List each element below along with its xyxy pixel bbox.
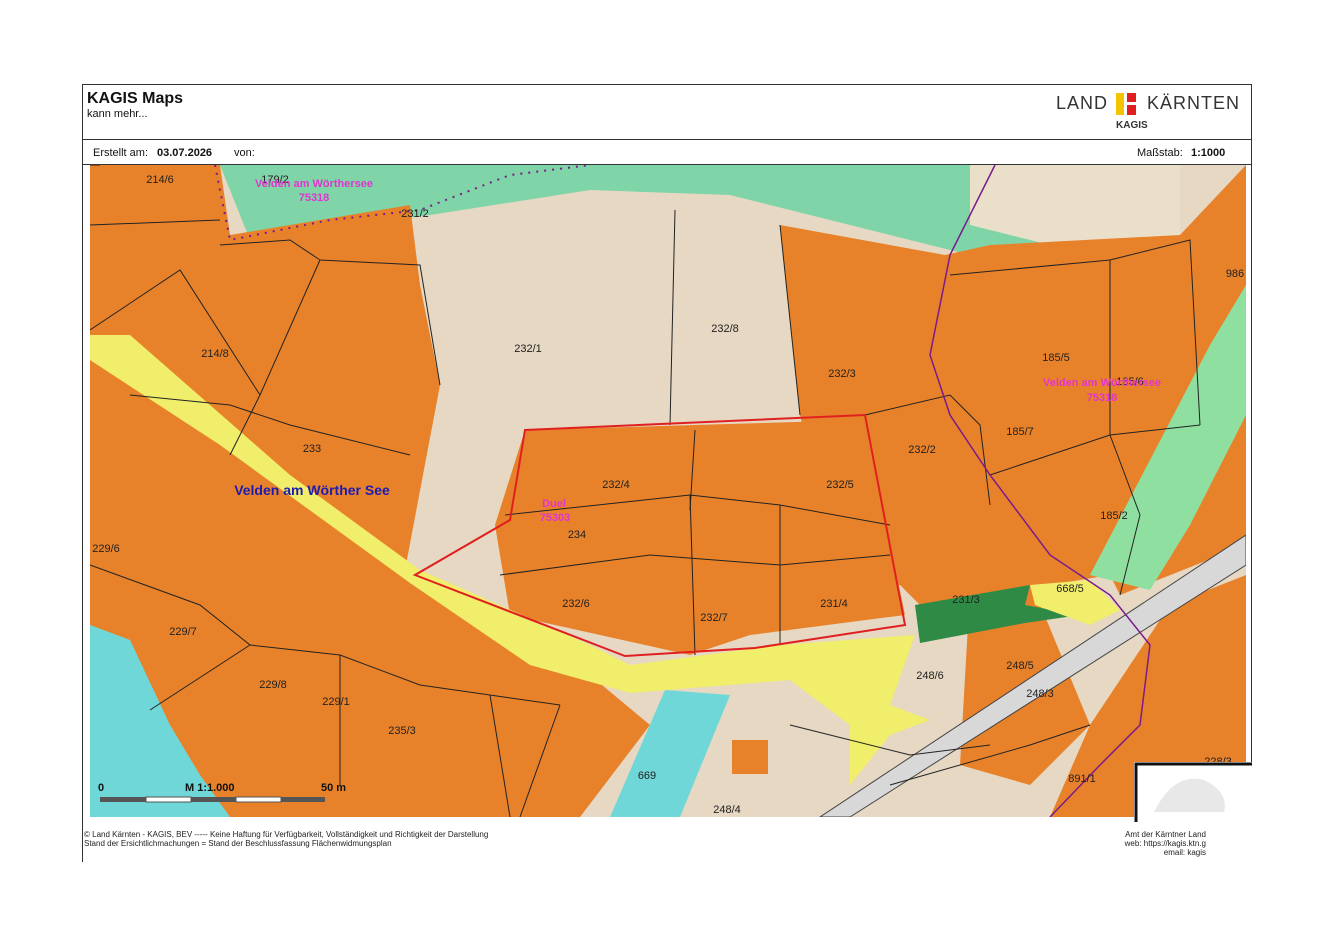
parcel-label: 235/3 <box>388 725 416 737</box>
created-label: Erstellt am: <box>93 147 149 159</box>
footer-right-1: Amt der Kärntner Land <box>1125 830 1206 839</box>
parcel-label: 229/6 <box>92 543 120 555</box>
parcel-label: 229/1 <box>322 696 350 708</box>
parcel-label: 232/6 <box>562 598 590 610</box>
parcel-label: 232/8 <box>711 323 739 335</box>
place-label-velden-a: Velden am Wörthersee <box>255 178 373 190</box>
info-bar: Erstellt am: 03.07.2026 von: Maßstab: 1:… <box>83 140 1251 165</box>
parcel-label: 232/3 <box>828 368 856 380</box>
place-code-duel: 75303 <box>540 512 571 524</box>
scalebar-left: 0 <box>98 782 104 794</box>
parcel-label: 229/8 <box>259 679 287 691</box>
footer-line-2: Stand der Ersichtlichmachungen = Stand d… <box>84 839 392 848</box>
small-building <box>732 740 768 774</box>
parcel-label: 229/7 <box>169 626 197 638</box>
app-title: KAGIS Maps <box>87 90 184 107</box>
parcel-label: 231/3 <box>952 594 980 606</box>
place-code-velden-b: 75318 <box>1087 392 1118 404</box>
parcel-label: 248/6 <box>916 670 944 682</box>
footer-contact: Amt der Kärntner Land web: https://kagis… <box>1110 830 1206 857</box>
parcel-label: 185/7 <box>1006 426 1034 438</box>
scalebar-middle: M 1:1.000 <box>185 782 235 794</box>
parcel-label: 214/6 <box>146 174 174 186</box>
parcel-label: 668/5 <box>1056 583 1084 595</box>
parcel-label: 233 <box>303 443 321 455</box>
parcel-label: 214/8 <box>201 348 229 360</box>
parcel-label: 234 <box>568 529 586 541</box>
scale-value: 1:1000 <box>1191 147 1226 159</box>
place-label-duel: Duel <box>542 498 566 510</box>
parcel-label: 248/3 <box>1026 688 1054 700</box>
parcel-label: 232/4 <box>602 479 630 491</box>
footer-line-1: © Land Kärnten - KAGIS, BEV ----- Keine … <box>84 830 489 839</box>
parcel-label: 231/2 <box>401 208 429 220</box>
parcel-label: 232/5 <box>826 479 854 491</box>
parcel-label: 669 <box>638 770 656 782</box>
parcel-label: 231/4 <box>820 598 848 610</box>
parcel-label: 232/7 <box>700 612 728 624</box>
parcel-label: 232/1 <box>514 343 542 355</box>
footer-right-3: email: kagis <box>1163 848 1206 857</box>
place-label-velden-b: Velden am Wörthersee <box>1043 377 1161 389</box>
parcel-label: 185/2 <box>1100 510 1128 522</box>
footer-right-2: web: https://kagis.ktn.g <box>1124 839 1206 848</box>
land-kaernten-logo: LAND KÄRNTEN KAGIS <box>1056 91 1241 133</box>
created-by-label: von: <box>234 147 255 159</box>
place-code-velden-a: 75318 <box>299 192 330 204</box>
scalebar-right: 50 m <box>321 782 346 794</box>
parcel-label: 891/1 <box>1068 773 1096 785</box>
parcel-label: 248/4 <box>713 804 741 816</box>
logo-kagis-text: KAGIS <box>1116 120 1148 131</box>
app-subtitle: kann mehr... <box>87 108 148 120</box>
parcel-label: 986 <box>1226 268 1244 280</box>
municipality-label: Velden am Wörther See <box>234 482 390 498</box>
header: KAGIS Maps kann mehr... LAND KÄRNTEN KAG… <box>83 85 1251 140</box>
parcel-label: 185/5 <box>1042 352 1070 364</box>
logo-mark-icon <box>1116 93 1136 115</box>
parcel-label: 232/2 <box>908 444 936 456</box>
logo-karnten-text: KÄRNTEN <box>1147 93 1241 113</box>
map-canvas[interactable]: 0 M 1:1.000 50 m 214/6 179/2 231/2 214/8… <box>90 165 1246 817</box>
logo-land-text: LAND <box>1056 93 1109 113</box>
map-svg: 0 M 1:1.000 50 m 214/6 179/2 231/2 214/8… <box>90 165 1246 817</box>
footer: © Land Kärnten - KAGIS, BEV ----- Keine … <box>84 830 488 848</box>
parcel-label: 248/5 <box>1006 660 1034 672</box>
scale-label: Maßstab: <box>1137 147 1183 159</box>
created-date: 03.07.2026 <box>157 147 213 159</box>
